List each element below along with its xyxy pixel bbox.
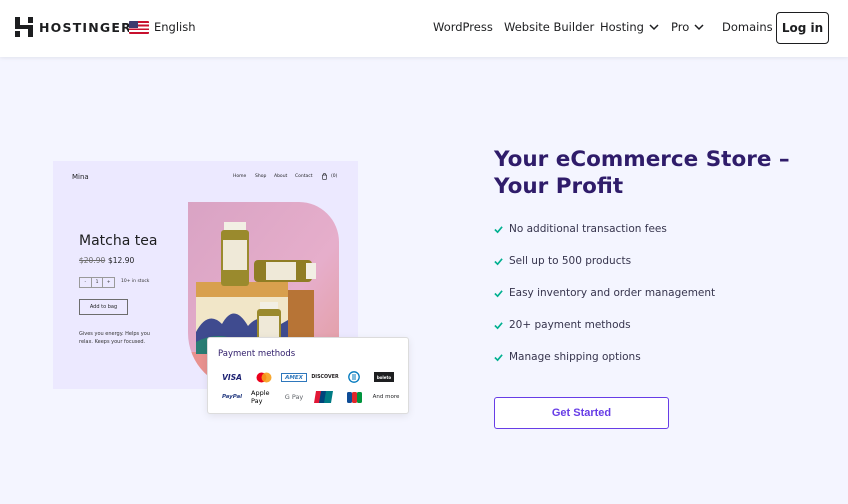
chevron-down-icon [649,24,659,31]
hostinger-logo-icon [15,17,33,37]
nav-label: Pro [671,20,690,34]
stepper-plus: + [106,280,111,285]
site-header: HOSTINGER English WordPress Website Buil… [0,0,848,57]
mockup-nav-home: Home [233,174,247,179]
feature-item: 20+ payment methods [494,319,631,331]
mastercard-icon [252,371,276,383]
discover-icon: DISCOVER [311,374,339,380]
feature-item: Easy inventory and order management [494,287,715,299]
paypal-icon: PayPal [221,394,243,400]
feature-label: 20+ payment methods [509,319,631,331]
check-icon [494,257,503,265]
mockup-description: Gives you energy. Helps you relax. Keeps… [79,331,150,345]
visa-icon: VISA [222,372,242,382]
logo-text: HOSTINGER [39,19,132,35]
mockup-product-title: Matcha tea [79,233,158,249]
mockup-brand: Mina [72,173,89,181]
language-label: English [154,20,196,34]
feature-item: Sell up to 500 products [494,255,631,267]
jcb-icon [345,391,363,403]
mockup-quantity-stepper: - 1 + [79,277,115,288]
nav-label: Domains [722,20,773,34]
mockup-cart-count: (0) [331,174,338,179]
check-icon [494,321,503,329]
feature-label: Easy inventory and order management [509,287,716,299]
language-selector[interactable]: English [129,20,196,34]
cart-icon [322,173,327,180]
mockup-old-price: $20.90 [79,256,106,265]
feature-item: No additional transaction fees [494,223,667,235]
payment-methods-title: Payment methods [218,349,296,359]
mockup-stock: 10+ in stock [121,279,150,284]
stepper-qty: 1 [92,278,104,287]
google-pay-icon: G Pay [284,393,304,401]
check-icon [494,225,503,233]
feature-label: Sell up to 500 products [509,255,632,267]
diners-club-icon [345,371,363,383]
nav-item-pro[interactable]: Pro [671,20,705,34]
nav-item-wordpress[interactable]: WordPress [433,20,493,34]
nav-item-domains[interactable]: Domains [722,20,773,34]
mockup-add-to-bag-button: Add to bag [79,299,128,315]
mockup-nav-shop: Shop [255,174,267,179]
amex-icon: AMEX [281,373,307,382]
chevron-down-icon [694,24,704,31]
unionpay-icon [313,391,335,403]
and-more-label: And more [372,394,400,400]
hostinger-logo[interactable]: HOSTINGER [15,17,132,37]
check-icon [494,353,503,361]
nav-item-website-builder[interactable]: Website Builder [504,20,594,34]
hero-title: Your eCommerce Store – Your Profit [494,147,790,199]
nav-label: Hosting [600,20,644,34]
check-icon [494,289,503,297]
feature-label: Manage shipping options [509,351,641,363]
boleto-icon: boleto [374,372,394,382]
apple-pay-icon: Apple Pay [251,389,270,405]
stepper-minus: - [80,278,92,287]
get-started-button[interactable]: Get Started [494,397,669,429]
login-button[interactable]: Log in [776,12,829,44]
mockup-nav-contact: Contact [295,174,313,179]
payment-methods-card: Payment methods VISA AMEX DISCOVER bolet… [207,337,409,414]
mockup-nav-about: About [274,174,288,179]
us-flag-icon [129,20,149,34]
nav-label: Website Builder [504,20,595,34]
feature-item: Manage shipping options [494,351,641,363]
feature-label: No additional transaction fees [509,223,667,235]
nav-label: WordPress [433,20,493,34]
mockup-price: $12.90 [108,256,135,265]
nav-item-hosting[interactable]: Hosting [600,20,660,34]
